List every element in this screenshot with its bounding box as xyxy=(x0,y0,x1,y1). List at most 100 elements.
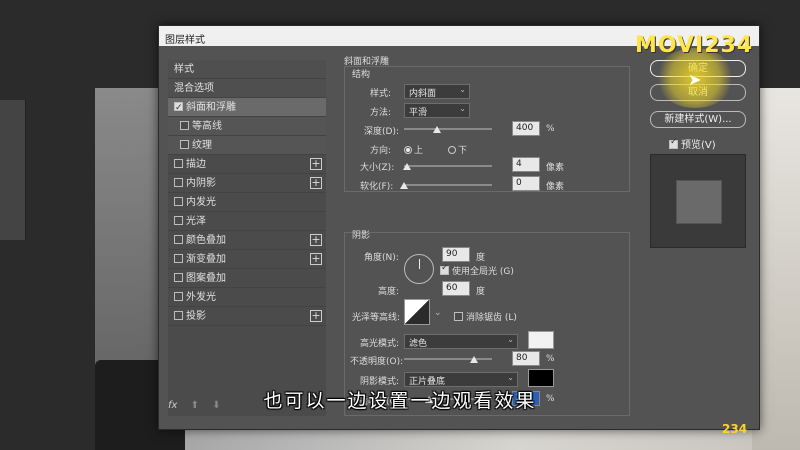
style-item-texture[interactable]: 纹理 xyxy=(168,136,326,155)
highlight-opacity-label: 不透明度(O): xyxy=(350,357,404,367)
inner-glow-checkbox[interactable] xyxy=(174,196,183,206)
highlight-opacity-slider[interactable] xyxy=(404,358,492,360)
style-label: 样式: xyxy=(370,89,392,99)
style-item-label: 外发光 xyxy=(186,292,216,303)
style-item-stroke[interactable]: 描边 + xyxy=(168,155,326,174)
chevron-down-icon[interactable]: ⌄ xyxy=(434,308,442,318)
technique-select[interactable]: 平滑 ⌄ xyxy=(404,103,470,118)
style-item-drop-shadow[interactable]: 投影 + xyxy=(168,307,326,326)
highlight-opacity-input[interactable]: 80 xyxy=(512,351,540,366)
soften-input[interactable]: 0 xyxy=(512,176,540,191)
contour-checkbox[interactable] xyxy=(180,120,189,130)
style-list-blending-options[interactable]: 混合选项 xyxy=(168,79,326,98)
structure-title: 结构 xyxy=(352,70,371,80)
soften-unit: 像素 xyxy=(546,182,565,192)
style-select-value: 内斜面 xyxy=(409,89,437,99)
gloss-contour-picker[interactable] xyxy=(404,299,430,325)
style-item-label: 描边 xyxy=(186,159,206,170)
chevron-down-icon: ⌄ xyxy=(507,373,514,382)
global-light-label: 使用全局光 (G) xyxy=(452,267,514,277)
direction-up-option[interactable]: 上 xyxy=(404,143,423,156)
depth-label: 深度(D): xyxy=(364,127,399,137)
depth-input[interactable]: 400 xyxy=(512,121,540,136)
anti-alias-option[interactable]: 消除锯齿 (L) xyxy=(454,310,517,323)
bevel-checkbox[interactable] xyxy=(174,99,183,118)
drop-shadow-checkbox[interactable] xyxy=(174,310,183,320)
size-slider-thumb[interactable] xyxy=(403,163,411,170)
style-item-gradient-overlay[interactable]: 渐变叠加 + xyxy=(168,250,326,269)
mouse-cursor-icon: ➤ xyxy=(688,70,702,89)
shadow-mode-select[interactable]: 正片叠底 ⌄ xyxy=(404,372,518,387)
direction-down-label: 下 xyxy=(458,146,468,156)
soften-slider[interactable] xyxy=(404,184,492,186)
inner-shadow-checkbox[interactable] xyxy=(174,177,183,187)
soften-slider-thumb[interactable] xyxy=(400,182,408,189)
add-inner-shadow-icon[interactable]: + xyxy=(310,177,322,189)
style-select[interactable]: 内斜面 ⌄ xyxy=(404,84,470,99)
style-item-label: 混合选项 xyxy=(174,83,214,94)
angle-dial[interactable] xyxy=(404,254,434,284)
direction-up-radio[interactable] xyxy=(404,145,412,154)
add-color-overlay-icon[interactable]: + xyxy=(310,234,322,246)
altitude-input[interactable]: 60 xyxy=(442,281,470,296)
depth-slider-thumb[interactable] xyxy=(433,126,441,133)
highlight-opacity-thumb[interactable] xyxy=(470,356,478,363)
altitude-label: 高度: xyxy=(378,287,400,297)
color-overlay-checkbox[interactable] xyxy=(174,234,183,244)
chevron-down-icon: ⌄ xyxy=(459,85,466,94)
preview-thumbnail xyxy=(650,154,746,248)
size-input[interactable]: 4 xyxy=(512,157,540,172)
anti-alias-checkbox[interactable] xyxy=(454,312,463,321)
size-label: 大小(Z): xyxy=(360,163,395,173)
add-stroke-icon[interactable]: + xyxy=(310,158,322,170)
direction-down-option[interactable]: 下 xyxy=(448,143,467,156)
style-item-label: 内发光 xyxy=(186,197,216,208)
soften-label: 软化(F): xyxy=(360,182,394,192)
style-item-label: 内阴影 xyxy=(186,178,216,189)
style-item-contour[interactable]: 等高线 xyxy=(168,117,326,136)
highlight-mode-select[interactable]: 滤色 ⌄ xyxy=(404,334,518,349)
style-item-inner-shadow[interactable]: 内阴影 + xyxy=(168,174,326,193)
style-list-styles[interactable]: 样式 xyxy=(168,60,326,79)
style-item-inner-glow[interactable]: 内发光 xyxy=(168,193,326,212)
technique-label: 方法: xyxy=(370,108,392,118)
highlight-mode-label: 高光模式: xyxy=(360,339,400,349)
style-item-outer-glow[interactable]: 外发光 xyxy=(168,288,326,307)
size-slider[interactable] xyxy=(404,165,492,167)
technique-select-value: 平滑 xyxy=(409,108,428,118)
style-item-bevel-emboss[interactable]: 斜面和浮雕 xyxy=(168,98,326,118)
style-item-pattern-overlay[interactable]: 图案叠加 xyxy=(168,269,326,288)
size-unit: 像素 xyxy=(546,163,565,173)
style-item-satin[interactable]: 光泽 xyxy=(168,212,326,231)
satin-checkbox[interactable] xyxy=(174,215,183,225)
stroke-checkbox[interactable] xyxy=(174,158,183,168)
global-light-option[interactable]: 使用全局光 (G) xyxy=(440,263,514,277)
direction-down-radio[interactable] xyxy=(448,145,456,154)
depth-unit: % xyxy=(546,124,555,134)
highlight-color-swatch[interactable] xyxy=(528,331,554,349)
shadow-color-swatch[interactable] xyxy=(528,369,554,387)
pattern-overlay-checkbox[interactable] xyxy=(174,272,183,282)
shading-title: 阴影 xyxy=(352,231,371,241)
new-style-button[interactable]: 新建样式(W)... xyxy=(650,111,746,128)
preview-option[interactable]: 预览(V) xyxy=(669,136,716,151)
direction-label: 方向: xyxy=(370,146,392,156)
depth-slider[interactable] xyxy=(404,128,492,130)
style-item-label: 颜色叠加 xyxy=(186,235,226,246)
texture-checkbox[interactable] xyxy=(180,139,189,149)
gloss-contour-label: 光泽等高线: xyxy=(352,313,401,323)
add-gradient-overlay-icon[interactable]: + xyxy=(310,253,322,265)
direction-up-label: 上 xyxy=(414,146,424,156)
style-item-color-overlay[interactable]: 颜色叠加 + xyxy=(168,231,326,250)
add-drop-shadow-icon[interactable]: + xyxy=(310,310,322,322)
global-light-checkbox[interactable] xyxy=(440,263,449,275)
preview-checkbox[interactable] xyxy=(669,137,678,149)
preview-label: 预览(V) xyxy=(681,140,716,151)
altitude-unit: 度 xyxy=(476,287,486,297)
outer-glow-checkbox[interactable] xyxy=(174,291,183,301)
angle-input[interactable]: 90 xyxy=(442,247,470,262)
style-item-label: 样式 xyxy=(174,64,194,75)
highlight-mode-value: 滤色 xyxy=(409,339,428,349)
gradient-overlay-checkbox[interactable] xyxy=(174,253,183,263)
style-item-label: 斜面和浮雕 xyxy=(186,102,236,113)
